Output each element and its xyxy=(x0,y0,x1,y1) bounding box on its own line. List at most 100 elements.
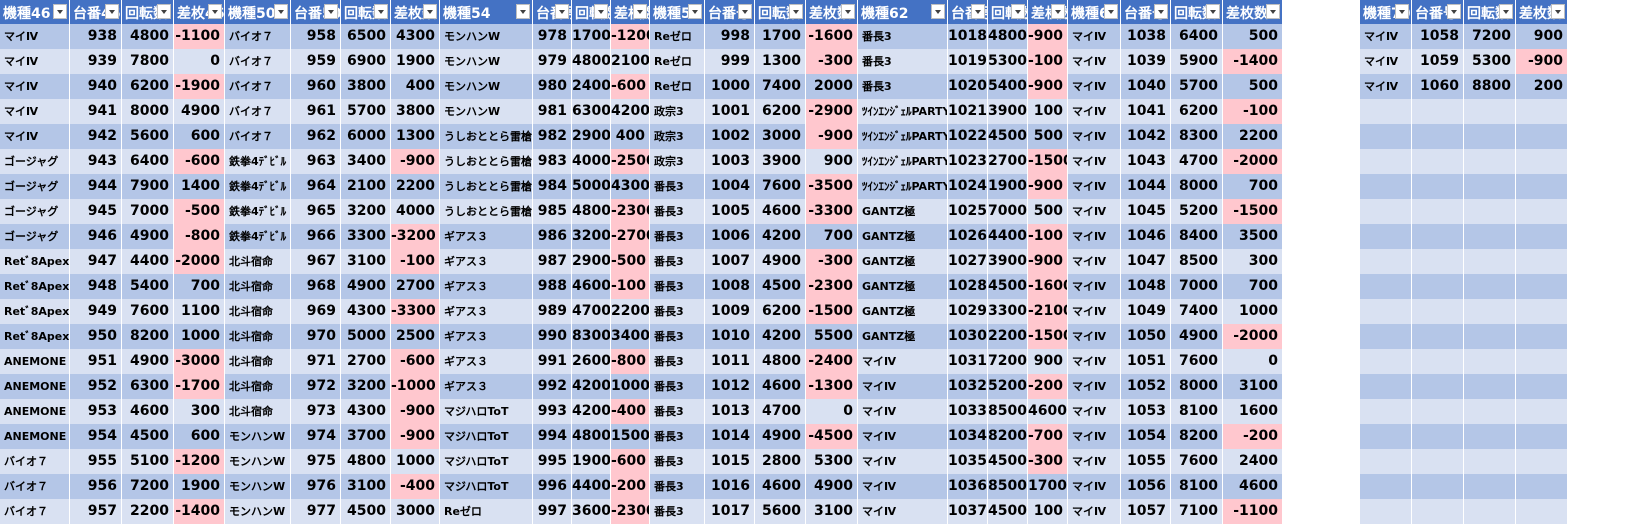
spin-count-cell[interactable]: 4500 xyxy=(988,274,1028,299)
coin-difference-cell[interactable]: 5500 xyxy=(806,324,858,349)
machine-number-cell[interactable]: 1046 xyxy=(1121,224,1171,249)
machine-name-cell[interactable]: モンハンW xyxy=(225,449,291,474)
machine-name-cell[interactable]: GANTZ極 xyxy=(858,199,948,224)
coin-difference-cell[interactable]: -800 xyxy=(174,224,225,249)
spin-count-cell[interactable]: 2200 xyxy=(988,324,1028,349)
column-header[interactable]: 差枚数 xyxy=(391,0,440,24)
machine-name-cell[interactable]: マイⅣ xyxy=(1068,474,1121,499)
machine-number-cell[interactable]: 972 xyxy=(291,374,341,399)
coin-difference-cell[interactable]: -900 xyxy=(806,124,858,149)
machine-number-cell[interactable]: 982 xyxy=(533,124,572,149)
empty-cell[interactable] xyxy=(1360,499,1412,524)
machine-name-cell[interactable]: ギアス３ xyxy=(440,324,533,349)
coin-difference-cell[interactable]: -1500 xyxy=(806,299,858,324)
machine-name-cell[interactable]: ﾂｲﾝｴﾝｼﾞｪﾙPARTY xyxy=(858,174,948,199)
machine-number-cell[interactable]: 981 xyxy=(533,99,572,124)
machine-number-cell[interactable]: 977 xyxy=(291,499,341,524)
empty-cell[interactable] xyxy=(1464,449,1516,474)
machine-number-cell[interactable]: 983 xyxy=(533,149,572,174)
machine-number-cell[interactable]: 1058 xyxy=(1412,24,1464,49)
machine-number-cell[interactable]: 1027 xyxy=(948,249,988,274)
filter-dropdown-icon[interactable] xyxy=(1499,4,1513,19)
machine-name-cell[interactable]: 番長3 xyxy=(650,449,705,474)
machine-name-cell[interactable]: Reゼロ xyxy=(650,49,705,74)
machine-name-cell[interactable]: マイⅣ xyxy=(1068,124,1121,149)
spin-count-cell[interactable]: 4700 xyxy=(755,399,806,424)
coin-difference-cell[interactable]: 4200 xyxy=(611,99,650,124)
spin-count-cell[interactable]: 7200 xyxy=(1464,24,1516,49)
spin-count-cell[interactable]: 8000 xyxy=(1171,174,1223,199)
spin-count-cell[interactable]: 6300 xyxy=(572,99,611,124)
spin-count-cell[interactable]: 8300 xyxy=(1171,124,1223,149)
coin-difference-cell[interactable]: 3000 xyxy=(391,499,440,524)
machine-number-cell[interactable]: 963 xyxy=(291,149,341,174)
machine-number-cell[interactable]: 1020 xyxy=(948,74,988,99)
machine-name-cell[interactable]: 番長3 xyxy=(650,199,705,224)
coin-difference-cell[interactable]: -600 xyxy=(611,449,650,474)
spin-count-cell[interactable]: 8500 xyxy=(988,399,1028,424)
spin-count-cell[interactable]: 4500 xyxy=(988,449,1028,474)
empty-cell[interactable] xyxy=(1360,449,1412,474)
machine-name-cell[interactable]: ギアス３ xyxy=(440,249,533,274)
empty-cell[interactable] xyxy=(1360,274,1412,299)
machine-number-cell[interactable]: 956 xyxy=(70,474,122,499)
column-header[interactable]: 台番46 xyxy=(70,0,122,24)
coin-difference-cell[interactable]: -600 xyxy=(391,349,440,374)
empty-cell[interactable] xyxy=(1516,99,1568,124)
empty-cell[interactable] xyxy=(1360,424,1412,449)
filter-dropdown-icon[interactable] xyxy=(1266,4,1280,19)
spin-count-cell[interactable]: 8500 xyxy=(988,474,1028,499)
spin-count-cell[interactable]: 3900 xyxy=(988,99,1028,124)
machine-name-cell[interactable]: ギアス３ xyxy=(440,299,533,324)
column-header[interactable]: 台番号 xyxy=(533,0,572,24)
machine-number-cell[interactable]: 1021 xyxy=(948,99,988,124)
machine-name-cell[interactable]: マイⅣ xyxy=(1068,149,1121,174)
empty-cell[interactable] xyxy=(1412,274,1464,299)
machine-name-cell[interactable]: ﾂｲﾝｴﾝｼﾞｪﾙPARTY xyxy=(858,149,948,174)
machine-number-cell[interactable]: 1040 xyxy=(1121,74,1171,99)
empty-cell[interactable] xyxy=(1516,399,1568,424)
spin-count-cell[interactable]: 5000 xyxy=(572,174,611,199)
spin-count-cell[interactable]: 8200 xyxy=(122,324,174,349)
machine-name-cell[interactable]: マイⅣ xyxy=(0,74,70,99)
machine-name-cell[interactable]: ANEMONE xyxy=(0,349,70,374)
spin-count-cell[interactable]: 7600 xyxy=(1171,449,1223,474)
machine-number-cell[interactable]: 997 xyxy=(533,499,572,524)
machine-number-cell[interactable]: 1049 xyxy=(1121,299,1171,324)
coin-difference-cell[interactable]: 500 xyxy=(1028,199,1068,224)
spin-count-cell[interactable]: 8400 xyxy=(1171,224,1223,249)
coin-difference-cell[interactable]: 200 xyxy=(1516,74,1568,99)
empty-cell[interactable] xyxy=(1464,399,1516,424)
empty-cell[interactable] xyxy=(1360,349,1412,374)
spin-count-cell[interactable]: 7600 xyxy=(122,299,174,324)
empty-cell[interactable] xyxy=(1360,124,1412,149)
coin-difference-cell[interactable]: -500 xyxy=(174,199,225,224)
coin-difference-cell[interactable]: -900 xyxy=(391,149,440,174)
coin-difference-cell[interactable]: -900 xyxy=(1028,24,1068,49)
filter-dropdown-icon[interactable] xyxy=(1011,4,1025,19)
coin-difference-cell[interactable]: -500 xyxy=(611,249,650,274)
machine-number-cell[interactable]: 958 xyxy=(291,24,341,49)
filter-dropdown-icon[interactable] xyxy=(1051,4,1065,19)
machine-name-cell[interactable]: GANTZ極 xyxy=(858,224,948,249)
spin-count-cell[interactable]: 8200 xyxy=(988,424,1028,449)
machine-number-cell[interactable]: 968 xyxy=(291,274,341,299)
machine-number-cell[interactable]: 940 xyxy=(70,74,122,99)
coin-difference-cell[interactable]: -200 xyxy=(611,474,650,499)
coin-difference-cell[interactable]: 500 xyxy=(1223,74,1283,99)
empty-cell[interactable] xyxy=(1464,149,1516,174)
coin-difference-cell[interactable]: 1000 xyxy=(1223,299,1283,324)
machine-name-cell[interactable]: マイⅣ xyxy=(1068,399,1121,424)
coin-difference-cell[interactable]: -1600 xyxy=(1028,274,1068,299)
machine-name-cell[interactable]: モンハンW xyxy=(440,24,533,49)
machine-number-cell[interactable]: 1038 xyxy=(1121,24,1171,49)
machine-number-cell[interactable]: 1003 xyxy=(705,149,755,174)
coin-difference-cell[interactable]: -400 xyxy=(391,474,440,499)
coin-difference-cell[interactable]: -900 xyxy=(1028,174,1068,199)
filter-dropdown-icon[interactable] xyxy=(1551,4,1565,19)
spin-count-cell[interactable]: 5600 xyxy=(755,499,806,524)
spin-count-cell[interactable]: 4400 xyxy=(988,224,1028,249)
filter-dropdown-icon[interactable] xyxy=(157,4,171,19)
machine-number-cell[interactable]: 1030 xyxy=(948,324,988,349)
column-header[interactable]: 機種50 xyxy=(225,0,291,24)
